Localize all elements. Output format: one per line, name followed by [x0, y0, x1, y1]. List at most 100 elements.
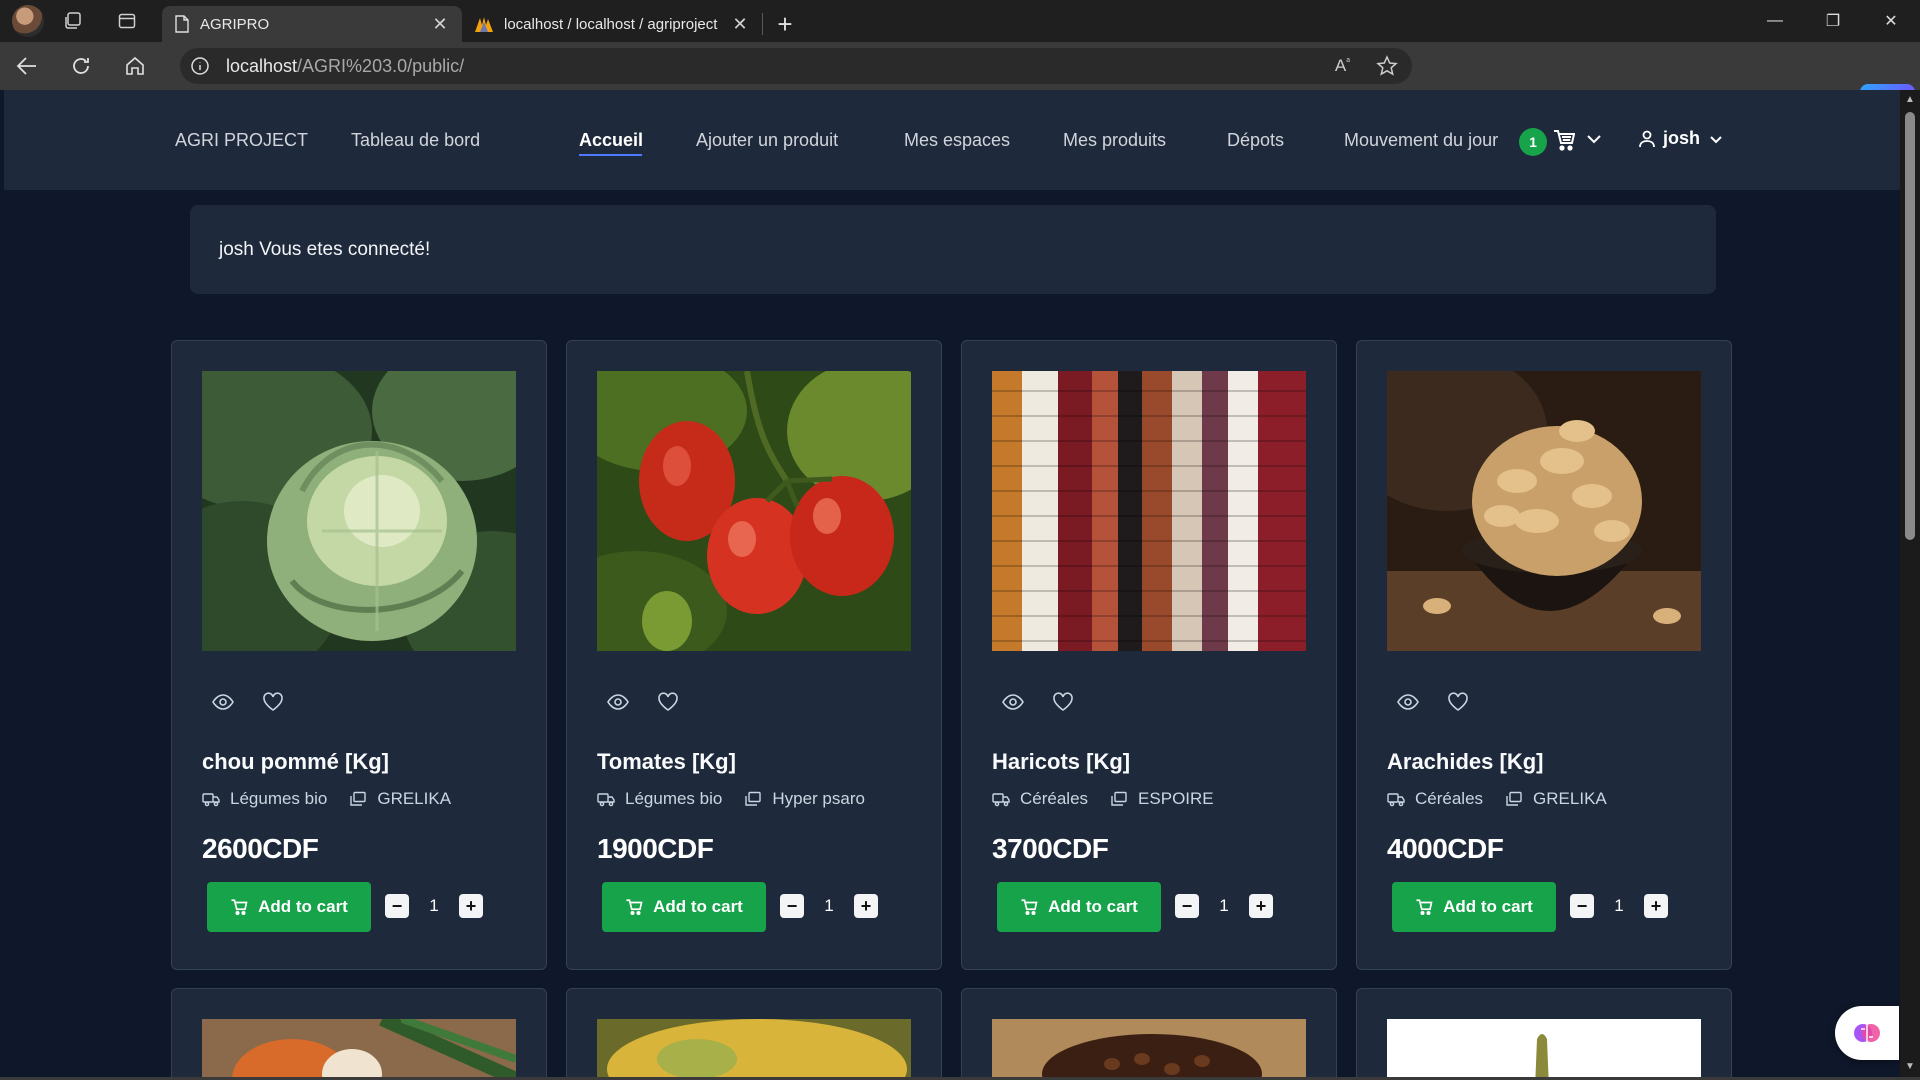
- decrement-button[interactable]: −: [780, 894, 804, 918]
- url-text: localhost/AGRI%203.0/public/: [226, 56, 464, 77]
- cart-icon: [1416, 899, 1433, 916]
- close-icon[interactable]: ✕: [430, 14, 450, 35]
- back-button[interactable]: [0, 42, 54, 90]
- product-card: [566, 988, 942, 1077]
- store-icon: [1111, 791, 1127, 806]
- assistant-fab[interactable]: [1835, 1006, 1899, 1060]
- nav-dashboard[interactable]: Tableau de bord: [351, 130, 480, 151]
- add-to-cart-button[interactable]: Add to cart: [997, 882, 1161, 932]
- new-tab-button[interactable]: +: [763, 6, 807, 42]
- decrement-button[interactable]: −: [1570, 894, 1594, 918]
- scroll-up-arrow[interactable]: ▲: [1904, 94, 1916, 106]
- tab-phpmyadmin[interactable]: localhost / localhost / agriproject ✕: [462, 6, 762, 42]
- add-to-cart-button[interactable]: Add to cart: [207, 882, 371, 932]
- profile-avatar[interactable]: [0, 0, 46, 42]
- product-name[interactable]: Arachides [Kg]: [1387, 749, 1543, 775]
- add-to-cart-button[interactable]: Add to cart: [1392, 882, 1556, 932]
- heart-icon[interactable]: [1052, 691, 1074, 713]
- product-actions: [607, 691, 679, 713]
- address-bar[interactable]: localhost/AGRI%203.0/public/ Aᵃ: [180, 48, 1412, 84]
- close-icon[interactable]: ✕: [730, 14, 750, 35]
- product-name[interactable]: Tomates [Kg]: [597, 749, 736, 775]
- nav-daily-movement[interactable]: Mouvement du jour: [1344, 130, 1498, 151]
- increment-button[interactable]: +: [1249, 894, 1273, 918]
- product-price: 3700CDF: [992, 833, 1109, 864]
- product-image[interactable]: [1387, 371, 1701, 651]
- browser-toolbar: localhost/AGRI%203.0/public/ Aᵃ ···: [0, 42, 1920, 132]
- page-icon: [175, 15, 189, 33]
- product-actions: [212, 691, 284, 713]
- workspaces-icon[interactable]: [46, 0, 100, 42]
- tab-agripro[interactable]: AGRIPRO ✕: [162, 6, 462, 42]
- restore-button[interactable]: ❐: [1804, 0, 1862, 42]
- nav-my-spaces[interactable]: Mes espaces: [904, 130, 1010, 151]
- increment-button[interactable]: +: [1644, 894, 1668, 918]
- product-image[interactable]: [992, 1019, 1306, 1077]
- reload-button[interactable]: [54, 42, 108, 90]
- product-card: [1356, 988, 1732, 1077]
- nav-my-products[interactable]: Mes produits: [1063, 130, 1166, 151]
- quantity-stepper: − 1 +: [1175, 894, 1273, 918]
- page-viewport: AGRI PROJECT Tableau de bord Accueil Ajo…: [4, 90, 1900, 1077]
- chevron-down-icon[interactable]: [1585, 130, 1603, 148]
- tab-title: localhost / localhost / agriproject: [504, 15, 718, 33]
- nav-home[interactable]: Accueil: [579, 130, 643, 151]
- app-navbar: AGRI PROJECT Tableau de bord Accueil Ajo…: [4, 90, 1900, 190]
- product-category: Céréales: [1020, 789, 1089, 808]
- quantity-value[interactable]: 1: [1594, 896, 1644, 916]
- nav-depots[interactable]: Dépots: [1227, 130, 1284, 151]
- close-window-button[interactable]: ✕: [1862, 0, 1920, 42]
- quantity-value[interactable]: 1: [804, 896, 854, 916]
- product-card: [171, 988, 547, 1077]
- url-path: /AGRI%203.0/public/: [297, 55, 465, 76]
- store-icon: [350, 791, 367, 806]
- scrollbar-thumb[interactable]: [1905, 112, 1915, 540]
- heart-icon[interactable]: [1447, 691, 1469, 713]
- user-menu[interactable]: josh: [1639, 128, 1724, 149]
- product-image[interactable]: [597, 1019, 911, 1077]
- product-name[interactable]: chou pommé [Kg]: [202, 749, 389, 775]
- info-icon[interactable]: [180, 56, 220, 76]
- browser-tabbar: AGRIPRO ✕ localhost / localhost / agripr…: [0, 0, 1920, 42]
- minimize-button[interactable]: —: [1746, 0, 1804, 42]
- product-card: [961, 988, 1337, 1077]
- favorite-star-icon[interactable]: [1376, 55, 1398, 77]
- product-actions: [1397, 691, 1469, 713]
- product-depot: GRELIKA: [1533, 789, 1607, 808]
- product-name[interactable]: Haricots [Kg]: [992, 749, 1130, 775]
- eye-icon[interactable]: [212, 691, 234, 713]
- eye-icon[interactable]: [1397, 691, 1419, 713]
- product-image[interactable]: [992, 371, 1306, 651]
- brand-link[interactable]: AGRI PROJECT: [175, 130, 308, 151]
- eye-icon[interactable]: [1002, 691, 1024, 713]
- eye-icon[interactable]: [607, 691, 629, 713]
- product-depot: GRELIKA: [377, 789, 452, 808]
- read-aloud-icon[interactable]: Aᵃ: [1335, 56, 1350, 76]
- product-image[interactable]: [202, 371, 516, 651]
- product-card: Tomates [Kg] Légumes bio Hyper psaro 190…: [566, 340, 942, 970]
- tab-actions-icon[interactable]: [100, 0, 154, 42]
- increment-button[interactable]: +: [459, 894, 483, 918]
- product-meta: Légumes bio GRELIKA: [202, 789, 451, 809]
- nav-add-product[interactable]: Ajouter un produit: [696, 130, 838, 151]
- cart-icon: [1021, 899, 1038, 916]
- product-category: Légumes bio: [625, 789, 723, 808]
- product-image[interactable]: [202, 1019, 516, 1077]
- brain-icon: [1854, 1024, 1880, 1042]
- login-alert: josh Vous etes connecté!: [190, 205, 1716, 294]
- increment-button[interactable]: +: [854, 894, 878, 918]
- product-image[interactable]: [1387, 1019, 1701, 1077]
- add-to-cart-button[interactable]: Add to cart: [602, 882, 766, 932]
- quantity-value[interactable]: 1: [409, 896, 459, 916]
- product-image[interactable]: [597, 371, 911, 651]
- home-button[interactable]: [108, 42, 162, 90]
- decrement-button[interactable]: −: [1175, 894, 1199, 918]
- scroll-down-arrow[interactable]: ▼: [1904, 1061, 1916, 1073]
- heart-icon[interactable]: [657, 691, 679, 713]
- add-to-cart-label: Add to cart: [653, 897, 743, 916]
- heart-icon[interactable]: [262, 691, 284, 713]
- page-scrollbar[interactable]: ▲ ▼: [1900, 90, 1920, 1077]
- quantity-value[interactable]: 1: [1199, 896, 1249, 916]
- decrement-button[interactable]: −: [385, 894, 409, 918]
- cart-icon[interactable]: [1553, 128, 1575, 152]
